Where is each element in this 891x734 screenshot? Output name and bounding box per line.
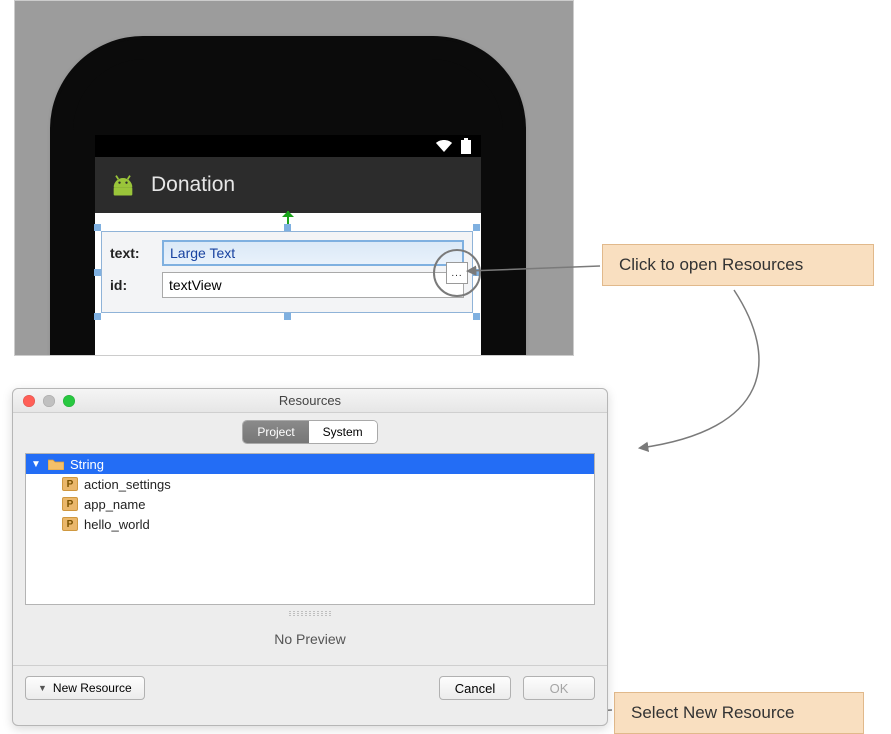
id-input[interactable] <box>162 272 464 298</box>
folder-icon <box>48 458 64 470</box>
new-resource-button[interactable]: ▼ New Resource <box>25 676 145 700</box>
tree-item-label: app_name <box>84 497 145 512</box>
app-title: Donation <box>151 173 235 197</box>
canvas-area[interactable]: text: id: <box>95 213 481 356</box>
disclosure-triangle-icon[interactable]: ▼ <box>30 459 42 470</box>
tab-project[interactable]: Project <box>243 421 308 443</box>
tree-item-label: hello_world <box>84 517 150 532</box>
new-resource-label: New Resource <box>53 681 132 695</box>
property-panel: text: id: <box>101 231 473 313</box>
device-bezel: Donation text: <box>73 59 503 356</box>
dropdown-triangle-icon: ▼ <box>38 683 47 693</box>
property-row-text: text: <box>110 240 464 266</box>
property-icon: P <box>62 477 78 491</box>
layout-editor-panel: Donation text: <box>14 0 574 356</box>
preview-pane: No Preview <box>13 617 607 665</box>
dialog-footer: ▼ New Resource Cancel OK <box>13 665 607 710</box>
ok-button[interactable]: OK <box>523 676 595 700</box>
scope-segmented-control: Project System <box>13 413 607 449</box>
browse-region: ... <box>433 249 481 297</box>
android-icon <box>109 173 137 197</box>
split-grip-icon[interactable] <box>289 611 331 617</box>
callout-open-resources: Click to open Resources <box>602 244 874 286</box>
property-icon: P <box>62 517 78 531</box>
android-status-bar <box>95 135 481 157</box>
tree-node-label: String <box>70 457 104 472</box>
battery-icon <box>461 138 471 154</box>
tree-item-label: action_settings <box>84 477 171 492</box>
wifi-icon <box>435 139 453 153</box>
property-label-id: id: <box>110 277 154 293</box>
device-screen: Donation text: <box>95 135 481 356</box>
property-label-text: text: <box>110 245 154 261</box>
tree-node-string[interactable]: ▼ String <box>26 454 594 474</box>
tree-item[interactable]: P hello_world <box>26 514 594 534</box>
cancel-button[interactable]: Cancel <box>439 676 511 700</box>
tab-system[interactable]: System <box>309 421 377 443</box>
property-row-id: id: <box>110 272 464 298</box>
callout-new-resource: Select New Resource <box>614 692 864 734</box>
resource-tree[interactable]: ▼ String P action_settings P app_name P … <box>25 453 595 605</box>
browse-resources-button[interactable]: ... <box>446 262 468 284</box>
tree-item[interactable]: P action_settings <box>26 474 594 494</box>
tree-item[interactable]: P app_name <box>26 494 594 514</box>
constraint-arrow-icon <box>287 211 289 233</box>
property-icon: P <box>62 497 78 511</box>
device-frame: Donation text: <box>53 39 523 356</box>
dialog-title: Resources <box>13 393 607 408</box>
resources-dialog: Resources Project System ▼ String P acti… <box>12 388 608 726</box>
text-input[interactable] <box>162 240 464 266</box>
dialog-titlebar: Resources <box>13 389 607 413</box>
